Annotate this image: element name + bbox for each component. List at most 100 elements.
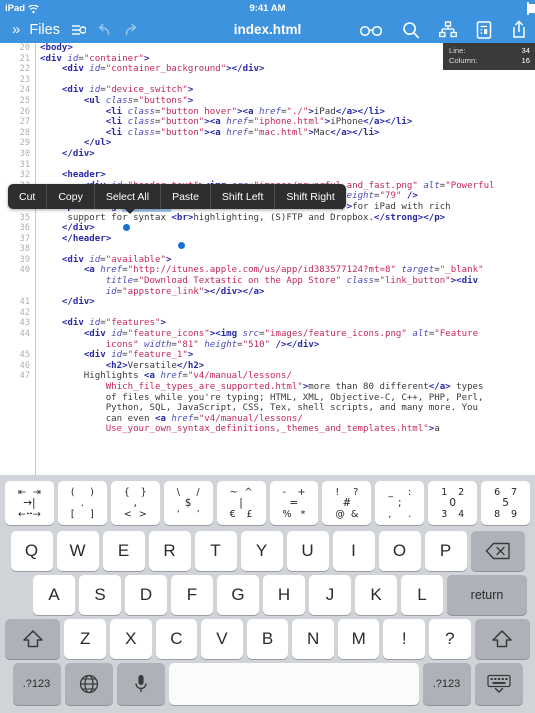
line-content[interactable]: <div id="container_background"></div> <box>40 64 265 75</box>
hide-keyboard-icon[interactable] <box>474 663 523 705</box>
backspace-delete-icon[interactable] <box>470 531 525 571</box>
selection-end-handle[interactable] <box>178 242 185 249</box>
line-content[interactable]: <div id="feature_icons"><img src="images… <box>40 329 478 340</box>
code-line[interactable]: icons" width="81" height="510" /></div> <box>0 340 535 351</box>
share-export-icon[interactable] <box>511 20 527 39</box>
code-line[interactable]: 46 <h2>Versatile</h2> <box>0 361 535 372</box>
line-content[interactable]: of files while you're typing; HTML, XML,… <box>40 393 484 404</box>
currency-key[interactable]: ~ ^ | € £ <box>216 481 266 525</box>
context-menu-item-select-all[interactable]: Select All <box>95 184 162 209</box>
context-menu-item-copy[interactable]: Copy <box>47 184 95 209</box>
code-line[interactable]: 30 </div> <box>0 149 535 160</box>
key-b[interactable]: B <box>246 619 289 659</box>
code-line[interactable]: 25 <ul class="buttons"> <box>0 96 535 107</box>
line-content[interactable]: <li class="button"><a href="mac.html">Ma… <box>40 128 380 139</box>
parens-key[interactable]: (). [] <box>57 481 107 525</box>
slash-key[interactable]: \ / $ ‘ ’ <box>163 481 213 525</box>
key-x[interactable]: X <box>109 619 152 659</box>
line-content[interactable]: <a href="http://itunes.apple.com/us/app/… <box>40 265 484 276</box>
line-content[interactable]: can even <a href="v4/manual/lessons/ <box>40 414 303 425</box>
context-menu-item-paste[interactable]: Paste <box>161 184 211 209</box>
keyboard-row-space[interactable]: .?123 .?123 <box>2 660 533 706</box>
line-content[interactable]: <header> <box>40 170 106 181</box>
code-line[interactable]: 35 support for syntax <br>highlighting, … <box>0 213 535 224</box>
redo-arrow-icon[interactable] <box>123 23 138 37</box>
context-menu-item-shift-left[interactable]: Shift Left <box>211 184 276 209</box>
key-k[interactable]: K <box>355 575 397 615</box>
colon-key[interactable]: _:;,. <box>375 481 425 525</box>
key-?[interactable]: ? <box>429 619 471 659</box>
code-line[interactable]: 43 <div id="features"> <box>0 318 535 329</box>
ios-software-keyboard[interactable]: ⇤ ⇥ →| ←·· ··→().[]{}, < > \ / $ ‘’ ~ ^ | € £ - + =% *!? # @ &… <box>0 475 535 713</box>
math-key[interactable]: - + =% * <box>269 481 319 525</box>
line-content[interactable]: <h2>Versatile</h2> <box>40 361 205 372</box>
context-menu-item-cut[interactable]: Cut <box>8 184 48 209</box>
code-line[interactable]: 42 <box>0 308 535 319</box>
outline-list-icon[interactable] <box>71 23 86 37</box>
line-content[interactable]: <div id="feature_1"> <box>40 350 194 361</box>
line-content[interactable]: <body> <box>40 43 73 54</box>
code-line[interactable]: of files while you're typing; HTML, XML,… <box>0 393 535 404</box>
key-g[interactable]: G <box>217 575 259 615</box>
code-line[interactable]: 39 <div id="available"> <box>0 255 535 266</box>
line-content[interactable]: <div id="available"> <box>40 255 172 266</box>
line-content[interactable]: icons" width="81" height="510" /></div> <box>40 340 320 351</box>
key-y[interactable]: Y <box>240 531 283 571</box>
key-u[interactable]: U <box>286 531 329 571</box>
code-line[interactable]: id="appstore_link"></div></a> <box>0 287 535 298</box>
code-line[interactable]: 31 <box>0 160 535 171</box>
code-line[interactable]: Python, SQL, JavaScript, CSS, Tex, shell… <box>0 403 535 414</box>
line-content[interactable]: Highlights <a href="v4/manual/lessons/ <box>40 371 292 382</box>
key-j[interactable]: J <box>309 575 351 615</box>
key-l[interactable]: L <box>401 575 443 615</box>
undo-arrow-icon[interactable] <box>97 23 112 37</box>
code-line[interactable]: title="Download Textastic on the App Sto… <box>0 276 535 287</box>
code-line[interactable]: 38 <box>0 244 535 255</box>
context-menu-item-shift-right[interactable]: Shift Right <box>275 184 345 209</box>
numeric-mode-key-right[interactable]: .?123 <box>422 663 471 705</box>
key-o[interactable]: O <box>378 531 421 571</box>
code-line[interactable]: 27 <li class="button"><a href="iphone.ht… <box>0 117 535 128</box>
key-a[interactable]: A <box>33 575 75 615</box>
code-line[interactable]: 36 </div> <box>0 223 535 234</box>
code-line[interactable]: Which_file_types_are_supported.html">mor… <box>0 382 535 393</box>
key-q[interactable]: Q <box>10 531 53 571</box>
line-content[interactable]: Which_file_types_are_supported.html">mor… <box>40 382 484 393</box>
code-line[interactable]: 45 <div id="feature_1"> <box>0 350 535 361</box>
line-content[interactable]: <li class="button hover"><a href="./">iP… <box>40 107 385 118</box>
selection-start-handle[interactable] <box>123 224 130 231</box>
line-content[interactable]: Python, SQL, JavaScript, CSS, Tex, shell… <box>40 403 478 414</box>
line-content[interactable]: Use_your_own_syntax_definitions,_themes_… <box>40 424 440 435</box>
files-button[interactable]: Files <box>29 22 60 38</box>
code-line[interactable]: 28 <li class="button"><a href="mac.html"… <box>0 128 535 139</box>
code-line[interactable]: can even <a href="v4/manual/lessons/ <box>0 414 535 425</box>
numeric-mode-key-left[interactable]: .?123 <box>12 663 61 705</box>
key-m[interactable]: M <box>337 619 380 659</box>
space-key[interactable] <box>168 663 419 705</box>
code-line[interactable]: 47 Highlights <a href="v4/manual/lessons… <box>0 371 535 382</box>
key-w[interactable]: W <box>56 531 99 571</box>
shift-up-arrow-icon-right[interactable] <box>474 619 531 659</box>
code-line[interactable]: 26 <li class="button hover"><a href="./"… <box>0 107 535 118</box>
keyboard-row-home[interactable]: A S D F G H J K Lreturn <box>2 572 533 616</box>
keyboard-row-qwerty[interactable]: QWERTYUIOP <box>2 528 533 572</box>
line-content[interactable]: title="Download Textastic on the App Sto… <box>40 276 478 287</box>
code-line[interactable]: 24 <div id="device_switch"> <box>0 85 535 96</box>
line-content[interactable]: id="appstore_link"></div></a> <box>40 287 265 298</box>
key-z[interactable]: Z <box>64 619 106 659</box>
line-content[interactable]: <div id="container"> <box>40 54 150 65</box>
document-icon[interactable] <box>476 20 492 39</box>
line-content[interactable]: <li class="button"><a href="iphone.html"… <box>40 117 413 128</box>
keyboard-row-bottom[interactable]: Z X C V B N M!? <box>2 616 533 660</box>
key-p[interactable]: P <box>424 531 467 571</box>
code-line[interactable]: 32 <header> <box>0 170 535 181</box>
code-line[interactable]: 23 <box>0 75 535 86</box>
line-content[interactable]: support for syntax <br>highlighting, (S)… <box>40 213 445 224</box>
punct-key[interactable]: !? # @ & <box>322 481 372 525</box>
key-i[interactable]: I <box>332 531 375 571</box>
globe-language-icon[interactable] <box>64 663 113 705</box>
microphone-icon[interactable] <box>116 663 165 705</box>
code-line[interactable]: 37 </header> <box>0 234 535 245</box>
key-h[interactable]: H <box>263 575 305 615</box>
search-icon[interactable] <box>402 21 420 39</box>
